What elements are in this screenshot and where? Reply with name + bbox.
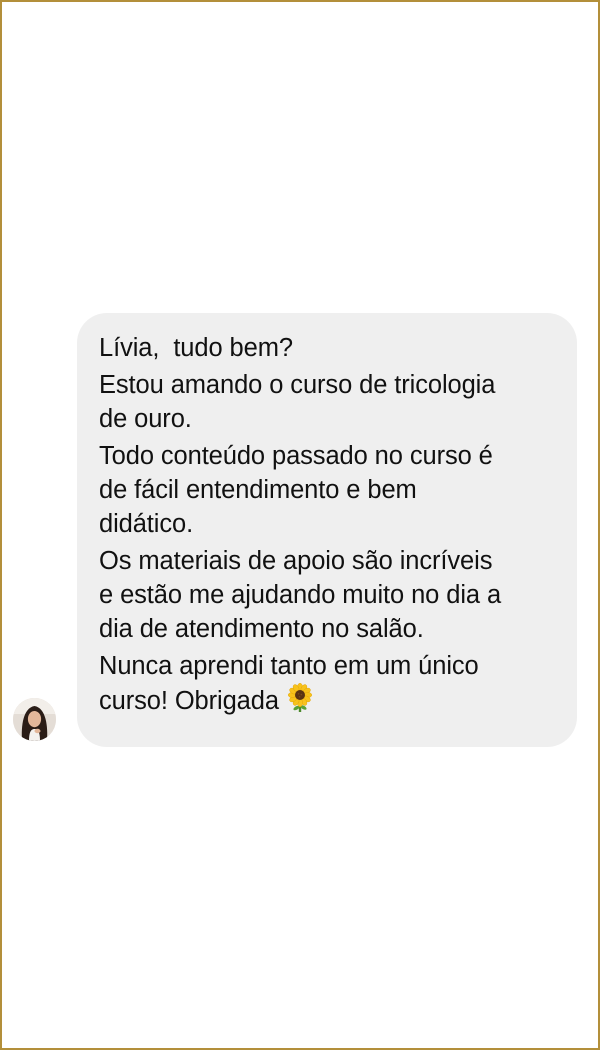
sender-avatar[interactable] <box>13 698 56 741</box>
avatar-photo-icon <box>13 698 56 741</box>
message-line-thanks: Nunca aprendi tanto em um único curso! O… <box>99 649 559 718</box>
message-line-course: Estou amando o curso de tricologia de ou… <box>99 371 496 433</box>
message-line-greeting: Lívia, tudo bem? <box>99 334 293 362</box>
message-line-content: Todo conteúdo passado no curso é de fáci… <box>99 442 493 538</box>
screenshot-frame: Lívia, tudo bem? Estou amando o curso de… <box>0 0 600 1050</box>
message-bubble[interactable]: Lívia, tudo bem? Estou amando o curso de… <box>77 313 577 747</box>
sunflower-icon <box>285 682 315 713</box>
message-line-materials: Os materiais de apoio são incríveis e es… <box>99 547 502 643</box>
